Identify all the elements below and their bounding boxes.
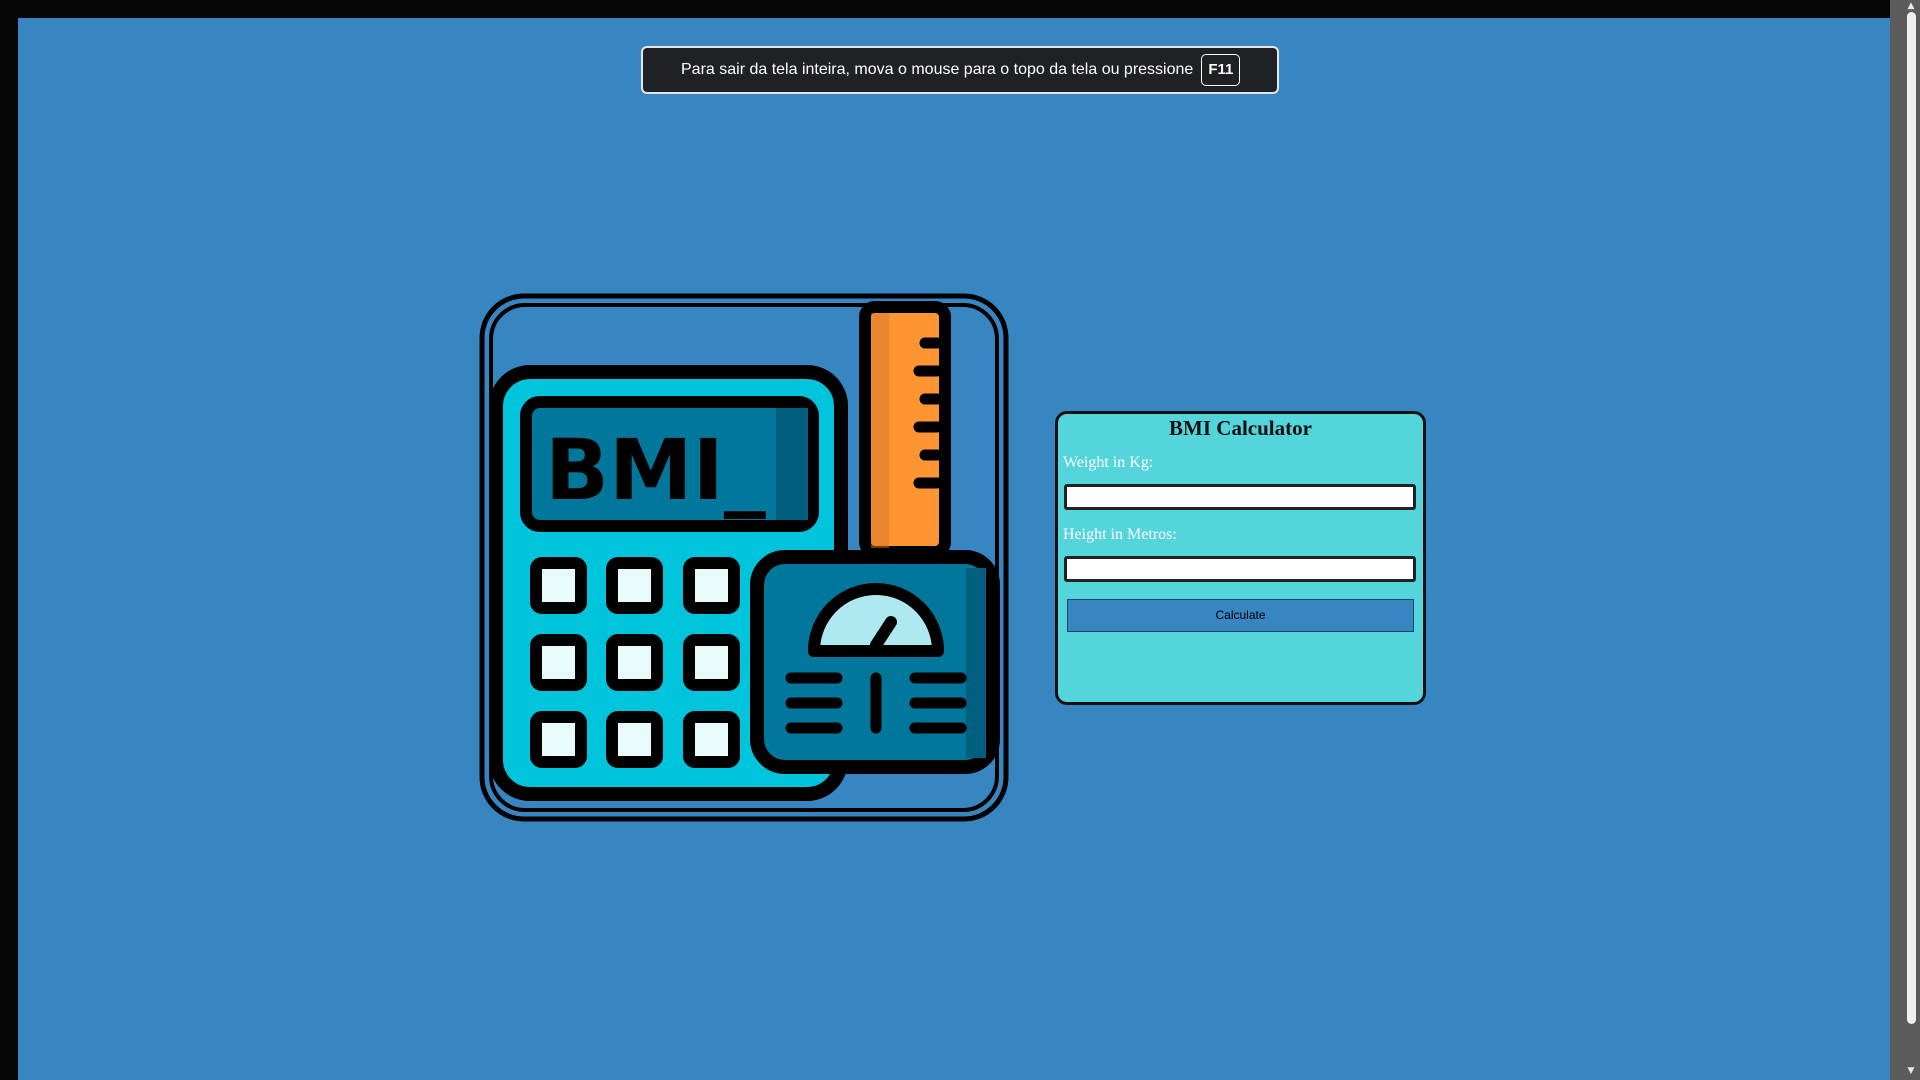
weighing-scale-icon xyxy=(750,550,1000,774)
scroll-up-arrow-icon[interactable]: ▲ xyxy=(1905,1,1917,11)
calculate-button[interactable]: Calculate xyxy=(1067,599,1414,632)
bmi-illustration: BMI_ xyxy=(479,293,1009,822)
ruler-icon xyxy=(859,301,951,558)
height-label: Height in Metros: xyxy=(1063,526,1177,543)
weight-label: Weight in Kg: xyxy=(1063,454,1154,471)
fullscreen-notice-text: Para sair da tela inteira, mova o mouse … xyxy=(681,61,1194,78)
bmi-calculator-card: BMI Calculator Weight in Kg: Height in M… xyxy=(1055,411,1426,705)
calculator-screen-text: BMI_ xyxy=(545,421,766,519)
scrollbar-thumb[interactable] xyxy=(1907,12,1916,1024)
scroll-down-arrow-icon[interactable]: ▼ xyxy=(1905,1066,1917,1076)
weight-input[interactable] xyxy=(1064,484,1416,510)
height-input[interactable] xyxy=(1064,556,1416,582)
window-left-edge xyxy=(0,0,18,1080)
bmi-card-title: BMI Calculator xyxy=(1169,416,1312,440)
fullscreen-notice: Para sair da tela inteira, mova o mouse … xyxy=(641,46,1279,94)
f11-key-badge: F11 xyxy=(1201,54,1241,86)
window-top-edge xyxy=(0,0,1920,18)
